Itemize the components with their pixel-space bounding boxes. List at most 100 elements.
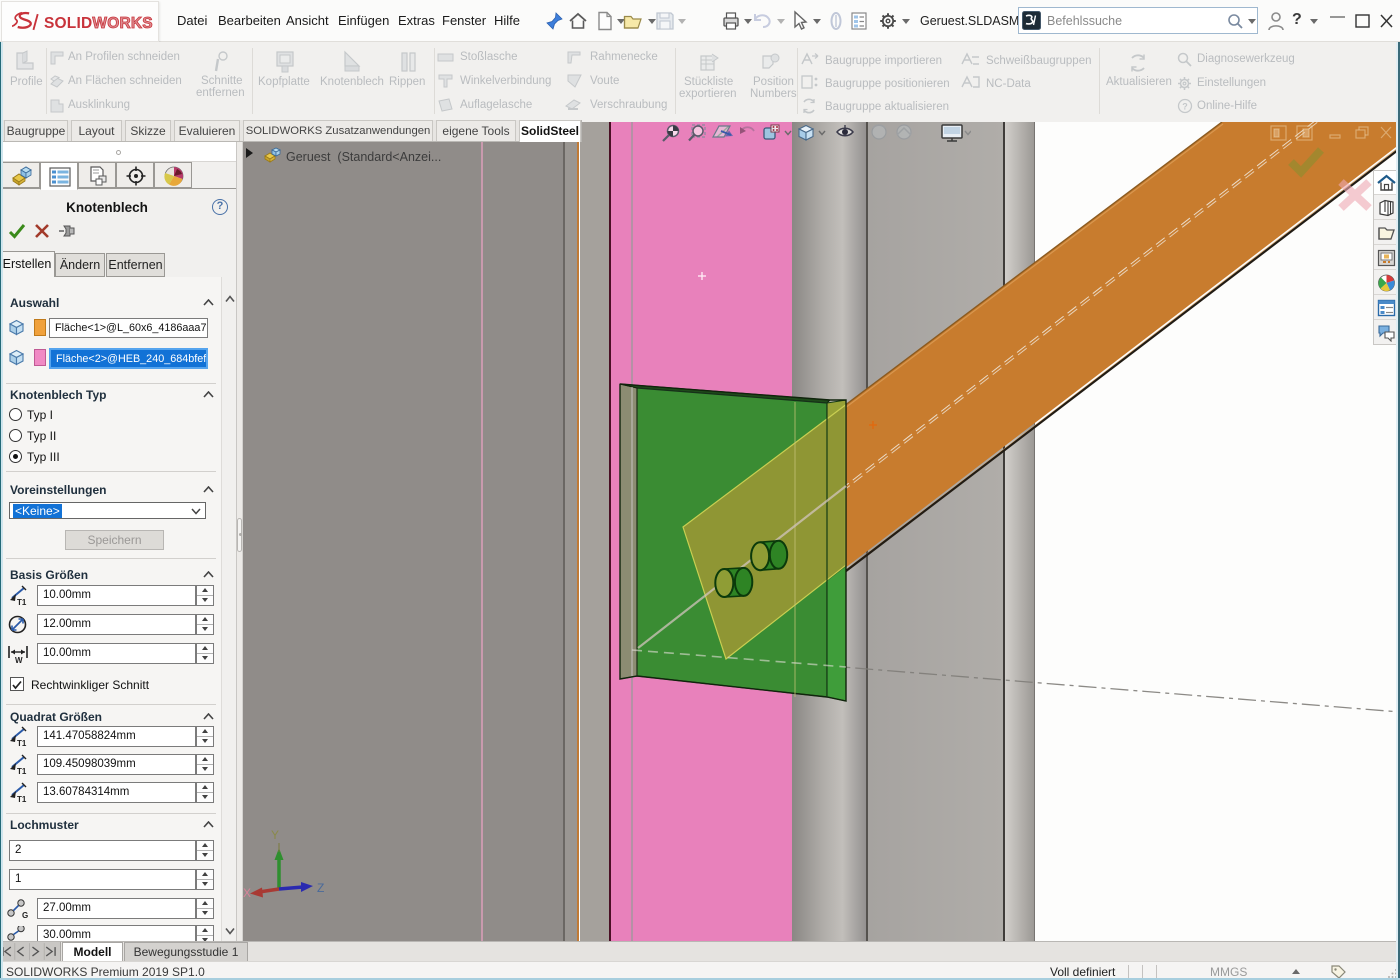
lochmuster-collapse-icon[interactable] xyxy=(203,821,214,828)
knotenblech-ribbon-label[interactable]: Knotenblech xyxy=(320,76,384,88)
undo-dropdown[interactable] xyxy=(777,19,785,24)
quadrat-value3-input[interactable]: 13.60784314mm xyxy=(37,782,196,803)
baugruppe-aktualisieren-label[interactable]: Baugruppe aktualisieren xyxy=(825,101,949,113)
quadrat-groessen-header[interactable]: Quadrat Größen xyxy=(10,710,102,724)
schnitte-entfernen-icon[interactable] xyxy=(210,51,230,73)
ausklinkung-icon[interactable] xyxy=(50,99,64,113)
open-button[interactable] xyxy=(622,10,644,32)
kopfplatte-icon[interactable] xyxy=(274,50,296,74)
rippen-icon[interactable] xyxy=(399,50,419,74)
spinner-up-button[interactable] xyxy=(197,870,213,880)
spinner-up-button[interactable] xyxy=(197,899,213,909)
radio-typ2[interactable] xyxy=(9,429,22,442)
options-dropdown[interactable] xyxy=(902,19,910,24)
spinner-down-button[interactable] xyxy=(197,654,213,664)
profile-icon[interactable] xyxy=(13,49,37,73)
display-style-dropdown[interactable] xyxy=(785,131,791,135)
mode-tab-aendern[interactable]: Ändern xyxy=(55,253,105,277)
auflagelasche-icon[interactable] xyxy=(437,98,454,112)
schnitte-entfernen-label1[interactable]: Schnitte xyxy=(201,75,243,87)
pin-button[interactable] xyxy=(58,224,76,238)
minimize-button[interactable]: — xyxy=(1330,8,1345,25)
voute-icon[interactable] xyxy=(566,73,583,89)
search-magnifier-icon[interactable] xyxy=(1226,12,1245,31)
aktualisieren-icon[interactable] xyxy=(1127,52,1149,74)
basis-value2-spinner[interactable] xyxy=(196,614,214,635)
basis-value3-input[interactable]: 10.00mm xyxy=(37,643,196,664)
diagnosewerkzeug-icon[interactable] xyxy=(1176,51,1193,68)
an-profilen-schneiden-icon[interactable] xyxy=(50,51,64,65)
combobox-dropdown-icon[interactable] xyxy=(191,508,201,515)
status-tag-icon[interactable] xyxy=(1330,964,1347,979)
menu-ansicht[interactable]: Ansicht xyxy=(286,13,329,28)
view-orientation-button[interactable] xyxy=(799,126,813,141)
verschraubung-icon[interactable] xyxy=(564,97,583,113)
confirm-cancel-icon[interactable] xyxy=(1341,182,1369,208)
selection1-field[interactable]: Fläche<1>@L_60x6_4186aaa7-( xyxy=(49,318,208,338)
feature-tree-root-label[interactable]: Geruest (Standard<Anzei... xyxy=(286,150,441,164)
options-gear-button[interactable] xyxy=(877,10,899,32)
rippen-label[interactable]: Rippen xyxy=(389,76,425,88)
basis-groessen-header[interactable]: Basis Größen xyxy=(10,568,88,582)
mode-tab-entfernen[interactable]: Entfernen xyxy=(106,253,165,277)
tab-scroll-buttons[interactable] xyxy=(0,942,61,961)
stueckliste-exportieren-icon[interactable] xyxy=(699,52,721,74)
save-button[interactable] xyxy=(654,10,676,32)
spinner-up-button[interactable] xyxy=(197,783,213,793)
mode-tab-erstellen[interactable]: Erstellen xyxy=(0,251,55,277)
panel-splitter[interactable] xyxy=(237,142,243,941)
user-account-icon[interactable] xyxy=(1266,10,1286,32)
aktualisieren-label[interactable]: Aktualisieren xyxy=(1106,76,1172,88)
tab-baugruppe[interactable]: Baugruppe xyxy=(4,120,68,141)
pin-menu-icon[interactable] xyxy=(545,11,565,31)
baugruppe-aktualisieren-icon[interactable] xyxy=(800,97,818,115)
lochmuster-value2-input[interactable]: 1 xyxy=(9,869,196,890)
spinner-down-button[interactable] xyxy=(197,765,213,775)
lochmuster-value4-spinner[interactable] xyxy=(196,925,214,941)
tab-property-manager[interactable] xyxy=(40,162,78,190)
solidworks-logo[interactable]: SOLIDWORKS xyxy=(1,1,159,42)
schweissbaugruppen-icon[interactable] xyxy=(960,51,981,67)
display-style-button[interactable] xyxy=(764,125,779,139)
maximize-button[interactable] xyxy=(1355,14,1370,28)
scrollbar-up-arrow[interactable] xyxy=(225,295,235,303)
spinner-down-button[interactable] xyxy=(197,625,213,635)
knotenblech-ribbon-icon[interactable] xyxy=(341,50,363,74)
doc-tab-bewegungsstudie[interactable]: Bewegungsstudie 1 xyxy=(124,942,248,961)
home-button[interactable] xyxy=(567,10,589,32)
basis-value1-input[interactable]: 10.00mm xyxy=(37,585,196,606)
spinner-down-button[interactable] xyxy=(197,737,213,747)
baugruppe-positionieren-label[interactable]: Baugruppe positionieren xyxy=(825,78,950,90)
view-orientation-dropdown[interactable] xyxy=(819,131,825,135)
lochmuster-value4-input[interactable]: 30.00mm xyxy=(37,925,196,941)
edit-appearance-button[interactable] xyxy=(872,125,886,139)
lochmuster-header[interactable]: Lochmuster xyxy=(10,818,79,832)
ribbon-profile-label[interactable]: Profile xyxy=(10,76,43,88)
ok-button[interactable] xyxy=(8,222,26,240)
spinner-down-button[interactable] xyxy=(197,880,213,890)
an-flaechen-schneiden-label[interactable]: An Flächen schneiden xyxy=(68,75,182,87)
menu-bearbeiten[interactable]: Bearbeiten xyxy=(218,13,281,28)
rechtwinkliger-schnitt-checkbox[interactable] xyxy=(10,677,24,691)
tab-configuration-manager[interactable] xyxy=(78,162,116,188)
quadrat-value1-input[interactable]: 141.47058824mm xyxy=(37,726,196,747)
position-numbers-icon[interactable] xyxy=(759,52,781,74)
lochmuster-value1-spinner[interactable] xyxy=(196,840,214,861)
zoom-fit-button[interactable] xyxy=(663,126,679,142)
quadrat-value3-spinner[interactable] xyxy=(196,782,214,803)
status-units[interactable]: MMGS xyxy=(1210,965,1247,979)
search-dropdown[interactable] xyxy=(1248,19,1256,24)
lochmuster-value3-input[interactable]: 27.00mm xyxy=(37,898,196,919)
voreinstellungen-combobox[interactable]: <Keine> xyxy=(9,502,206,519)
spinner-down-button[interactable] xyxy=(197,596,213,606)
stueckliste-label2[interactable]: exportieren xyxy=(679,88,737,100)
tab-evaluieren[interactable]: Evaluieren xyxy=(174,120,240,141)
lochmuster-value1-input[interactable]: 2 xyxy=(9,840,196,861)
section-view-button[interactable] xyxy=(713,126,733,137)
panel-help-icon[interactable]: ? xyxy=(212,199,228,215)
status-units-dropdown[interactable] xyxy=(1292,969,1300,974)
menu-extras[interactable]: Extras xyxy=(398,13,435,28)
stosslasche-label[interactable]: Stoßlasche xyxy=(460,51,518,63)
knotenblech-typ-header[interactable]: Knotenblech Typ xyxy=(10,388,106,402)
radio-typ1[interactable] xyxy=(9,408,22,421)
